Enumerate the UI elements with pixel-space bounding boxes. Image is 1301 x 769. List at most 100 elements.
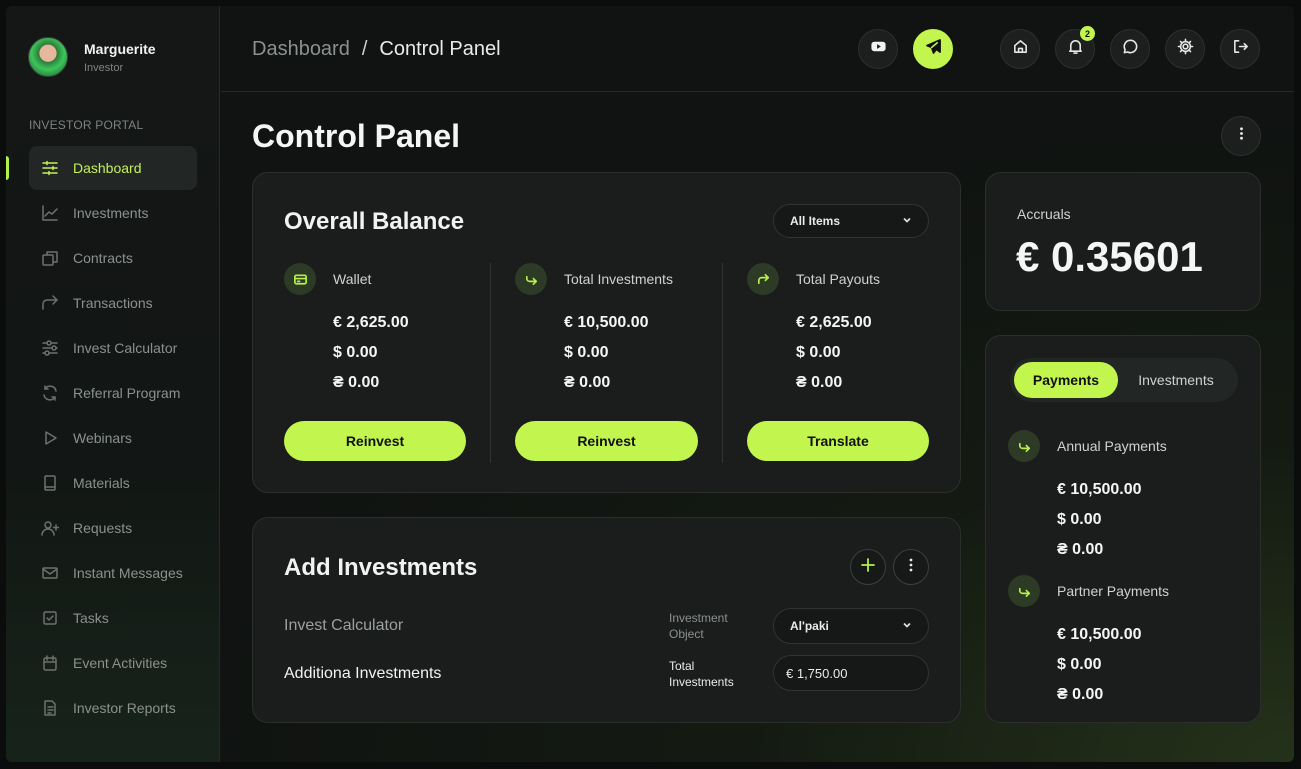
additional-investments-label: Additiona Investments	[284, 665, 442, 682]
balance-filter-select[interactable]: All Items	[773, 204, 929, 238]
tab-payments[interactable]: Payments	[1014, 362, 1118, 398]
avatar[interactable]	[28, 37, 68, 77]
chevron-down-icon	[902, 619, 912, 633]
sidebar-item-label: Referral Program	[73, 385, 181, 401]
profile-role: Investor	[84, 61, 124, 74]
wallet-icon	[284, 263, 316, 295]
chat-button[interactable]	[1110, 29, 1150, 69]
home-icon	[1012, 38, 1029, 60]
sidebar-item-dashboard[interactable]: Dashboard	[29, 146, 197, 190]
sidebar: Marguerite Investor INVESTOR PORTAL Dash…	[6, 6, 220, 762]
sidebar-item-label: Contracts	[73, 250, 133, 266]
total-investments-field-label: Total Investments	[669, 659, 734, 689]
sidebar-item-transactions[interactable]: Transactions	[29, 281, 197, 325]
telegram-icon	[925, 38, 942, 60]
page-title: Control Panel	[252, 118, 461, 154]
column-divider	[722, 263, 723, 463]
sidebar-item-label: Instant Messages	[73, 565, 183, 581]
sidebar-item-label: Transactions	[73, 295, 153, 311]
translate-button[interactable]: Translate	[747, 421, 929, 461]
app-window: Marguerite Investor INVESTOR PORTAL Dash…	[6, 6, 1294, 762]
total-payouts-label: Total Payouts	[796, 271, 881, 287]
annual-payments-block: Annual Payments € 10,500.00 $ 0.00 ₴ 0.0…	[1008, 430, 1167, 565]
youtube-button[interactable]	[858, 29, 898, 69]
user-profile[interactable]: Marguerite Investor	[28, 37, 156, 77]
breadcrumb: Dashboard / Control Panel	[252, 38, 501, 61]
sidebar-item-contracts[interactable]: Contracts	[29, 236, 197, 280]
sidebar-item-tasks[interactable]: Tasks	[29, 596, 197, 640]
total-investments-input-value: € 1,750.00	[786, 665, 848, 681]
sidebar-item-invest-calculator[interactable]: Invest Calculator	[29, 326, 197, 370]
payments-card: Payments Investments Annual Payments € 1…	[985, 335, 1261, 723]
wallet-usd-value: $ 0.00	[333, 344, 378, 361]
breadcrumb-separator: /	[361, 38, 368, 60]
sidebar-item-requests[interactable]: Requests	[29, 506, 197, 550]
page-more-button[interactable]	[1221, 116, 1261, 156]
investment-object-select[interactable]: Al'paki	[773, 608, 929, 644]
overall-balance-card: Overall Balance All Items Wallet € 2,625…	[252, 172, 961, 493]
sidebar-item-investor-reports[interactable]: Investor Reports	[29, 686, 197, 730]
sidebar-item-referral-program[interactable]: Referral Program	[29, 371, 197, 415]
forward-arrow-icon	[41, 294, 59, 312]
sidebar-item-label: Investments	[73, 205, 149, 221]
book-icon	[41, 474, 59, 492]
investments-reinvest-button[interactable]: Reinvest	[515, 421, 698, 461]
total-payouts-eur-value: € 2,625.00	[796, 314, 872, 331]
wallet-reinvest-button[interactable]: Reinvest	[284, 421, 466, 461]
gear-icon	[1177, 38, 1194, 60]
balance-filter-value: All Items	[790, 214, 841, 228]
wallet-label: Wallet	[333, 271, 372, 287]
sidebar-section-label: INVESTOR PORTAL	[29, 118, 144, 132]
calendar-icon	[41, 654, 59, 672]
sidebar-item-label: Invest Calculator	[73, 340, 178, 356]
user-plus-icon	[41, 519, 59, 537]
accruals-card: Accruals € 0.35601	[985, 172, 1261, 311]
sidebar-item-instant-messages[interactable]: Instant Messages	[29, 551, 197, 595]
profile-name: Marguerite	[84, 40, 156, 57]
total-payouts-column: Total Payouts € 2,625.00 $ 0.00 ₴ 0.00	[747, 263, 937, 398]
total-investments-input[interactable]: € 1,750.00	[773, 655, 929, 691]
sidebar-item-investments[interactable]: Investments	[29, 191, 197, 235]
sidebar-item-label: Event Activities	[73, 655, 168, 671]
add-investments-more-button[interactable]	[893, 549, 929, 585]
sidebar-item-label: Webinars	[73, 430, 132, 446]
forward-arrow-icon	[1008, 575, 1040, 607]
breadcrumb-root-link[interactable]: Dashboard	[252, 38, 350, 61]
bell-icon	[1067, 38, 1084, 60]
sidebar-item-label: Tasks	[73, 610, 109, 626]
sliders-icon	[41, 159, 59, 177]
active-nav-indicator	[6, 156, 9, 180]
more-vertical-icon	[1233, 125, 1250, 147]
more-vertical-icon	[903, 557, 919, 578]
sidebar-item-label: Dashboard	[73, 160, 142, 176]
tab-investments[interactable]: Investments	[1118, 362, 1234, 398]
add-investment-button[interactable]	[850, 549, 886, 585]
annual-payments-uah-value: ₴ 0.00	[1057, 541, 1104, 558]
notification-badge: 2	[1080, 26, 1095, 41]
total-investments-usd-value: $ 0.00	[564, 344, 609, 361]
wallet-uah-value: ₴ 0.00	[333, 374, 380, 391]
investment-object-label: Investment Object	[669, 611, 728, 641]
sidebar-item-webinars[interactable]: Webinars	[29, 416, 197, 460]
adjustments-icon	[41, 339, 59, 357]
logout-button[interactable]	[1220, 29, 1260, 69]
telegram-button[interactable]	[913, 29, 953, 69]
total-investments-column: Total Investments € 10,500.00 $ 0.00 ₴ 0…	[515, 263, 705, 398]
sidebar-item-label: Materials	[73, 475, 130, 491]
annual-payments-eur-value: € 10,500.00	[1057, 481, 1142, 498]
total-payouts-uah-value: ₴ 0.00	[796, 374, 843, 391]
wallet-eur-value: € 2,625.00	[333, 314, 409, 331]
wallet-column: Wallet € 2,625.00 $ 0.00 ₴ 0.00	[284, 263, 474, 398]
home-button[interactable]	[1000, 29, 1040, 69]
refresh-icon	[41, 384, 59, 402]
notifications-button[interactable]: 2	[1055, 26, 1095, 69]
sidebar-item-materials[interactable]: Materials	[29, 461, 197, 505]
mail-icon	[41, 564, 59, 582]
forward-arrow-icon	[515, 263, 547, 295]
settings-button[interactable]	[1165, 29, 1205, 69]
forward-arrow-icon	[1008, 430, 1040, 462]
accruals-value: € 0.35601	[1016, 233, 1203, 280]
invest-calculator-label: Invest Calculator	[284, 617, 404, 634]
sidebar-nav: Dashboard Investments Contracts Transact…	[29, 146, 197, 731]
sidebar-item-event-activities[interactable]: Event Activities	[29, 641, 197, 685]
